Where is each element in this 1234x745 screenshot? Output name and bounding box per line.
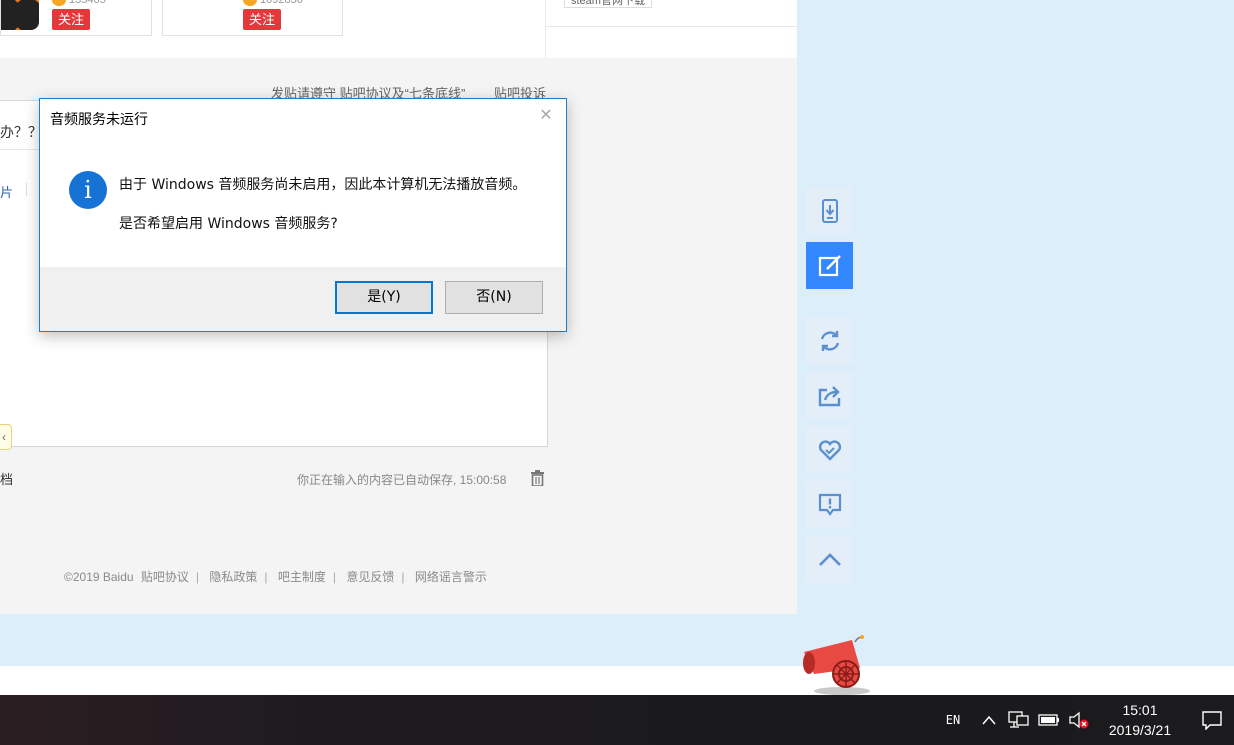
autosave-status: 你正在输入的内容已自动保存, 15:00:58: [297, 473, 507, 487]
cannon-icon[interactable]: [800, 634, 874, 696]
info-icon: i: [69, 171, 107, 209]
dialog-title: 音频服务未运行: [50, 112, 148, 128]
page-bottom-strip: [0, 666, 1234, 695]
refresh-icon: [820, 330, 839, 351]
toolbar-image-button[interactable]: 片: [0, 182, 13, 201]
related-tag[interactable]: steam官网下载: [564, 0, 652, 8]
dialog-message: 由于 Windows 音频服务尚未启用，因此本计算机无法播放音频。: [119, 177, 527, 193]
page-footer: ©2019 Baidu 贴吧协议 | 隐私政策 | 吧主制度 | 意见反馈 | 网络谣言…: [64, 570, 487, 584]
collapse-hint-tab[interactable]: ‹: [0, 424, 12, 450]
back-to-top-button[interactable]: [806, 536, 853, 583]
dialog-button-bar: 是(Y) 否(N): [40, 267, 566, 331]
clock-time: 15:01: [1122, 702, 1158, 718]
tray-expand-button[interactable]: [978, 695, 1000, 745]
volume-button[interactable]: [1066, 695, 1092, 745]
battery-button[interactable]: [1037, 695, 1061, 745]
taskbar: EN 15:01 2019/3/21: [0, 695, 1234, 745]
member-icon: [52, 0, 66, 6]
member-count: 135405: [69, 0, 106, 6]
battery-icon: [1038, 714, 1059, 726]
follow-button[interactable]: 关注: [243, 9, 282, 30]
close-icon[interactable]: ✕: [538, 107, 554, 125]
notification-icon: [1202, 711, 1222, 730]
panel-divider: [546, 26, 798, 27]
network-icon: [1008, 711, 1029, 728]
yes-button[interactable]: 是(Y): [335, 281, 433, 314]
chevron-up-icon: [818, 552, 841, 566]
right-panel: steam官网下载: [545, 0, 798, 58]
footer-link[interactable]: 吧主制度: [278, 570, 326, 584]
recommend-card[interactable]: 1092830 关注: [162, 0, 343, 36]
page-background-right: [797, 0, 1234, 614]
page-background-bottom: [0, 614, 1234, 666]
phone-download-icon: [821, 198, 838, 223]
clock-date: 2019/3/21: [1108, 722, 1172, 738]
favorite-button[interactable]: [806, 426, 853, 473]
post-button[interactable]: [806, 242, 853, 289]
member-count: 1092830: [260, 0, 303, 6]
recommend-card[interactable]: 135405 关注: [0, 0, 152, 36]
dialog-question: 是否希望启用 Windows 音频服务?: [119, 216, 338, 232]
copyright: ©2019 Baidu: [64, 570, 134, 584]
member-icon: [243, 0, 257, 6]
heart-icon: [818, 439, 841, 461]
forum-avatar[interactable]: [1, 0, 39, 30]
report-button[interactable]: [806, 481, 853, 528]
notification-button[interactable]: [1197, 695, 1227, 745]
footer-link[interactable]: 隐私政策: [209, 570, 257, 584]
audio-service-dialog[interactable]: 音频服务未运行 ✕ i 由于 Windows 音频服务尚未启用，因此本计算机无法…: [39, 98, 567, 332]
network-button[interactable]: [1006, 695, 1032, 745]
draft-link[interactable]: 档: [0, 469, 13, 488]
footer-link[interactable]: 网络谣言警示: [415, 570, 487, 584]
volume-muted-icon: [1069, 711, 1089, 729]
chevron-up-icon: [982, 715, 996, 725]
refresh-button[interactable]: [806, 317, 853, 364]
footer-link[interactable]: 意见反馈: [346, 570, 394, 584]
toolbar-divider: [26, 183, 27, 196]
footer-link[interactable]: 贴吧协议: [141, 570, 189, 584]
report-icon: [818, 493, 841, 516]
no-button[interactable]: 否(N): [445, 281, 543, 314]
app-download-button[interactable]: [806, 187, 853, 234]
clock[interactable]: 15:01 2019/3/21: [1098, 695, 1182, 745]
trash-icon[interactable]: [531, 470, 544, 486]
share-button[interactable]: [806, 372, 853, 419]
edit-icon: [818, 254, 841, 276]
input-language[interactable]: EN: [938, 695, 968, 745]
title-input[interactable]: 办？？: [0, 122, 42, 142]
follow-button[interactable]: 关注: [52, 9, 91, 30]
share-icon: [818, 385, 840, 406]
